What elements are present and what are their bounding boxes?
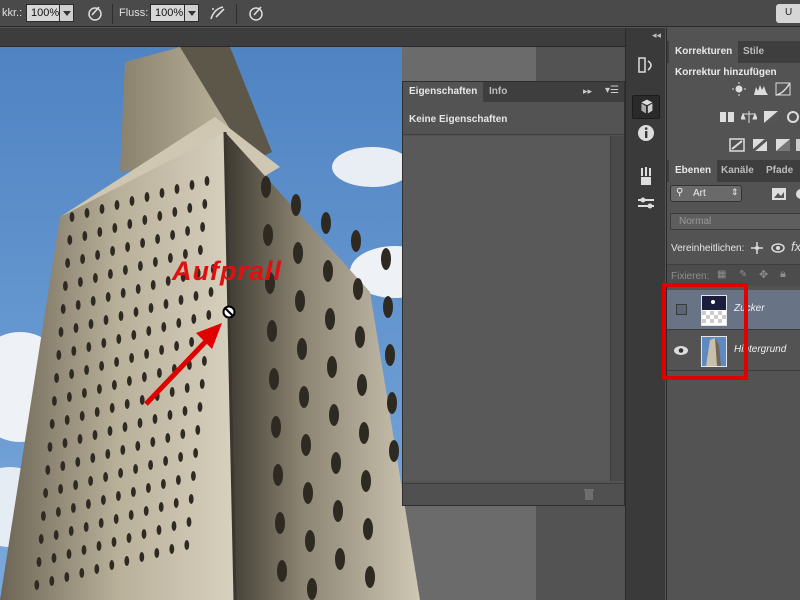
- posterize-icon[interactable]: [752, 138, 768, 152]
- tab-info[interactable]: Info: [483, 82, 513, 102]
- unify-style-icon[interactable]: fx: [791, 239, 800, 254]
- lock-label: Fixieren:: [671, 271, 710, 282]
- opacity-label: kkr.:: [2, 7, 23, 19]
- document-tab-strip: [0, 28, 625, 47]
- unify-visibility-icon[interactable]: [770, 241, 786, 255]
- unify-label: Vereinheitlichen:: [671, 243, 745, 254]
- panel-dock-strip: ◂◂: [625, 28, 665, 600]
- options-bar: kkr.: 100% Fluss: 100% U: [0, 0, 800, 27]
- brush-presets-icon[interactable]: [632, 164, 660, 188]
- properties-footer: [403, 483, 624, 505]
- no-entry-cursor-icon: [222, 305, 236, 319]
- flow-dropdown[interactable]: [184, 4, 199, 22]
- highlight-box: [662, 283, 748, 380]
- add-correction-heading: Korrektur hinzufügen: [675, 67, 777, 78]
- collapse-icon[interactable]: ▸▸: [583, 86, 592, 97]
- properties-panel: Eigenschaften Info ▸▸ ▾☰ Keine Eigenscha…: [402, 81, 625, 506]
- chevron-updown-icon: ⇕: [731, 187, 739, 197]
- airbrush-icon[interactable]: [208, 3, 228, 23]
- curves-icon[interactable]: [775, 82, 791, 96]
- tab-eigenschaften[interactable]: Eigenschaften: [403, 82, 484, 102]
- opacity-dropdown[interactable]: [59, 4, 74, 22]
- corrections-tabbar: Korrekturen Stile: [667, 41, 800, 63]
- properties-tabbar: Eigenschaften Info ▸▸ ▾☰: [403, 82, 624, 102]
- trash-icon[interactable]: [583, 488, 595, 501]
- impact-annotation-label: Aufprall: [172, 256, 283, 286]
- layer-filter-value: Art: [693, 188, 706, 199]
- pixel-layer-filter-icon[interactable]: [771, 187, 787, 201]
- brightness-icon[interactable]: [731, 82, 747, 96]
- search-icon: ⚲: [676, 187, 684, 198]
- lock-transparency-icon[interactable]: ▦: [717, 269, 726, 280]
- tab-stile[interactable]: Stile: [737, 41, 770, 63]
- properties-content-area: [403, 136, 610, 481]
- unify-position-icon[interactable]: [749, 241, 765, 255]
- brush-settings-icon[interactable]: [632, 191, 660, 215]
- invert-icon[interactable]: [729, 138, 745, 152]
- layers-tabbar: Ebenen Kanäle Pfade: [667, 160, 800, 182]
- tab-korrekturen[interactable]: Korrekturen: [669, 41, 739, 63]
- threshold-icon[interactable]: [775, 138, 791, 152]
- workspace-button[interactable]: U: [776, 4, 800, 23]
- lock-all-icon[interactable]: 🔒︎: [780, 268, 786, 281]
- opacity-field[interactable]: 100%: [26, 4, 63, 22]
- info-icon[interactable]: [632, 121, 660, 145]
- color-balance-icon[interactable]: [741, 110, 757, 124]
- tab-kanaele[interactable]: Kanäle: [715, 160, 760, 182]
- vibrance-icon[interactable]: [719, 110, 735, 124]
- tab-pfade[interactable]: Pfade: [760, 160, 799, 182]
- gradient-map-icon[interactable]: [795, 138, 800, 152]
- toolbar-divider: [112, 4, 113, 24]
- black-white-icon[interactable]: [763, 110, 779, 124]
- properties-scrollbar[interactable]: [610, 136, 624, 481]
- levels-icon[interactable]: [753, 82, 769, 96]
- layer-filter-select[interactable]: ⚲ Art ⇕: [670, 185, 742, 202]
- tablet-pressure-icon[interactable]: [246, 3, 266, 23]
- flow-label: Fluss:: [119, 7, 149, 19]
- tab-ebenen[interactable]: Ebenen: [669, 160, 718, 182]
- toolbar-divider: [236, 4, 237, 24]
- 3d-cube-icon[interactable]: [632, 95, 660, 119]
- blend-mode-select[interactable]: Normal: [670, 213, 800, 230]
- flow-field[interactable]: 100%: [150, 4, 187, 22]
- panel-menu-icon[interactable]: ▾☰: [605, 85, 619, 96]
- adjustment-filter-icon[interactable]: [793, 187, 800, 201]
- lock-position-icon[interactable]: ✥: [759, 268, 768, 281]
- airbrush-pressure-icon[interactable]: [85, 3, 105, 23]
- blend-mode-value: Normal: [679, 216, 712, 227]
- lock-pixels-icon[interactable]: ✎: [739, 269, 747, 280]
- collapse-dock-icon[interactable]: ◂◂: [652, 30, 661, 41]
- properties-empty-text: Keine Eigenschaften: [403, 102, 624, 135]
- photo-filter-icon[interactable]: [785, 110, 800, 124]
- history-icon[interactable]: [632, 53, 660, 77]
